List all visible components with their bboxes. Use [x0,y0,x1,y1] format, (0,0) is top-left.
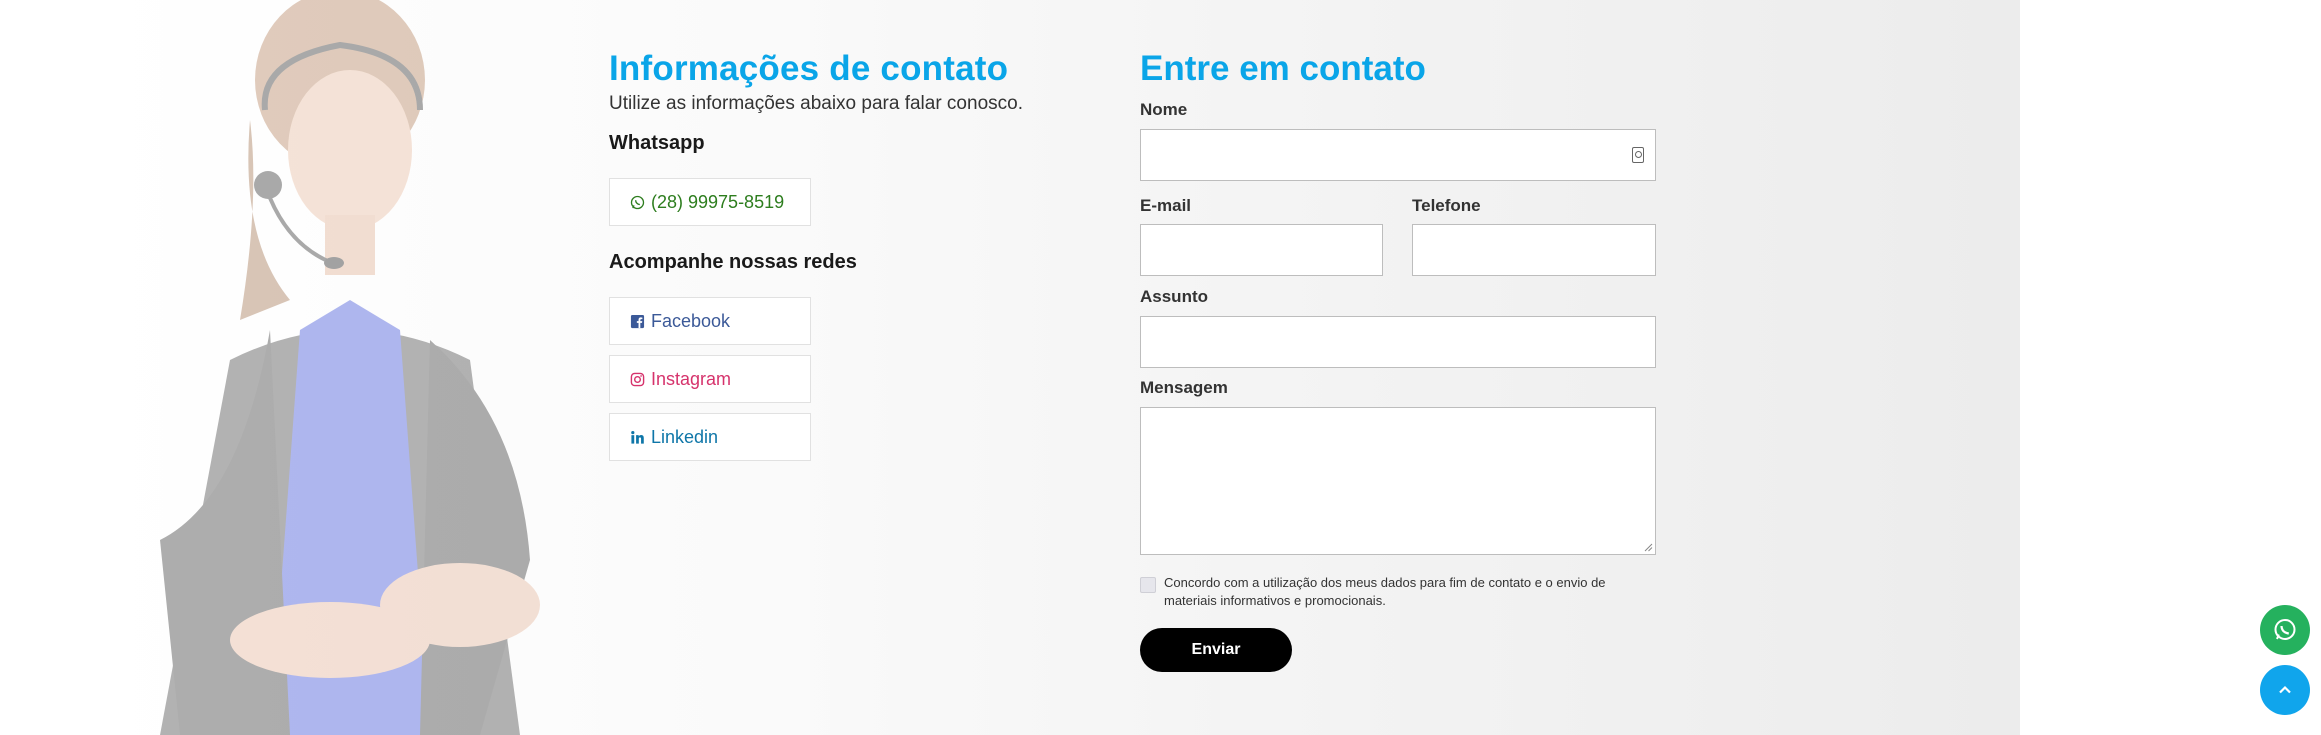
resize-handle-icon[interactable] [1643,542,1653,552]
facebook-button[interactable]: Facebook [609,297,811,345]
contact-info-panel: Informações de contato Utilize as inform… [609,48,1069,461]
phone-label: Telefone [1412,196,1481,215]
facebook-icon [630,314,645,328]
scroll-top-button[interactable] [2260,665,2310,715]
name-field[interactable] [1140,129,1656,181]
contact-info-title: Informações de contato [609,49,1009,88]
message-textarea[interactable] [1140,407,1656,555]
whatsapp-heading: Whatsapp [609,132,705,154]
facebook-label: Facebook [651,310,731,331]
chevron-up-icon [2279,685,2291,694]
linkedin-icon [631,430,644,444]
instagram-label: Instagram [651,368,732,389]
instagram-icon [630,372,645,386]
phone-field[interactable] [1412,224,1656,276]
floating-whatsapp-button[interactable] [2260,605,2310,655]
email-field[interactable] [1140,224,1383,276]
whatsapp-icon [2274,619,2296,640]
submit-button[interactable]: Enviar [1140,628,1292,672]
name-label: Nome [1140,100,1188,119]
linkedin-label: Linkedin [651,426,719,447]
contact-section: Informações de contato Utilize as inform… [100,0,2020,735]
contact-form-title: Entre em contato [1140,49,1426,88]
subject-field[interactable] [1140,316,1656,368]
message-label: Mensagem [1140,378,1228,397]
consent-checkbox[interactable] [1140,577,1156,593]
email-label: E-mail [1140,196,1192,215]
instagram-button[interactable]: Instagram [609,355,811,403]
autofill-contact-icon[interactable] [1632,147,1644,163]
contact-info-subtitle: Utilize as informações abaixo para falar… [609,93,1023,114]
linkedin-button[interactable]: Linkedin [609,413,811,461]
whatsapp-icon [630,195,645,209]
subject-label: Assunto [1140,287,1208,306]
contact-form: Entre em contato Nome E-mail Telefone As… [1140,48,1656,672]
whatsapp-button[interactable]: (28) 99975-8519 [609,178,811,226]
consent-text: Concordo com a utilização dos meus dados… [1164,575,1606,608]
whatsapp-number: (28) 99975-8519 [651,191,785,212]
social-heading: Acompanhe nossas redes [609,251,857,273]
consent-row: Concordo com a utilização dos meus dados… [1140,574,1656,610]
